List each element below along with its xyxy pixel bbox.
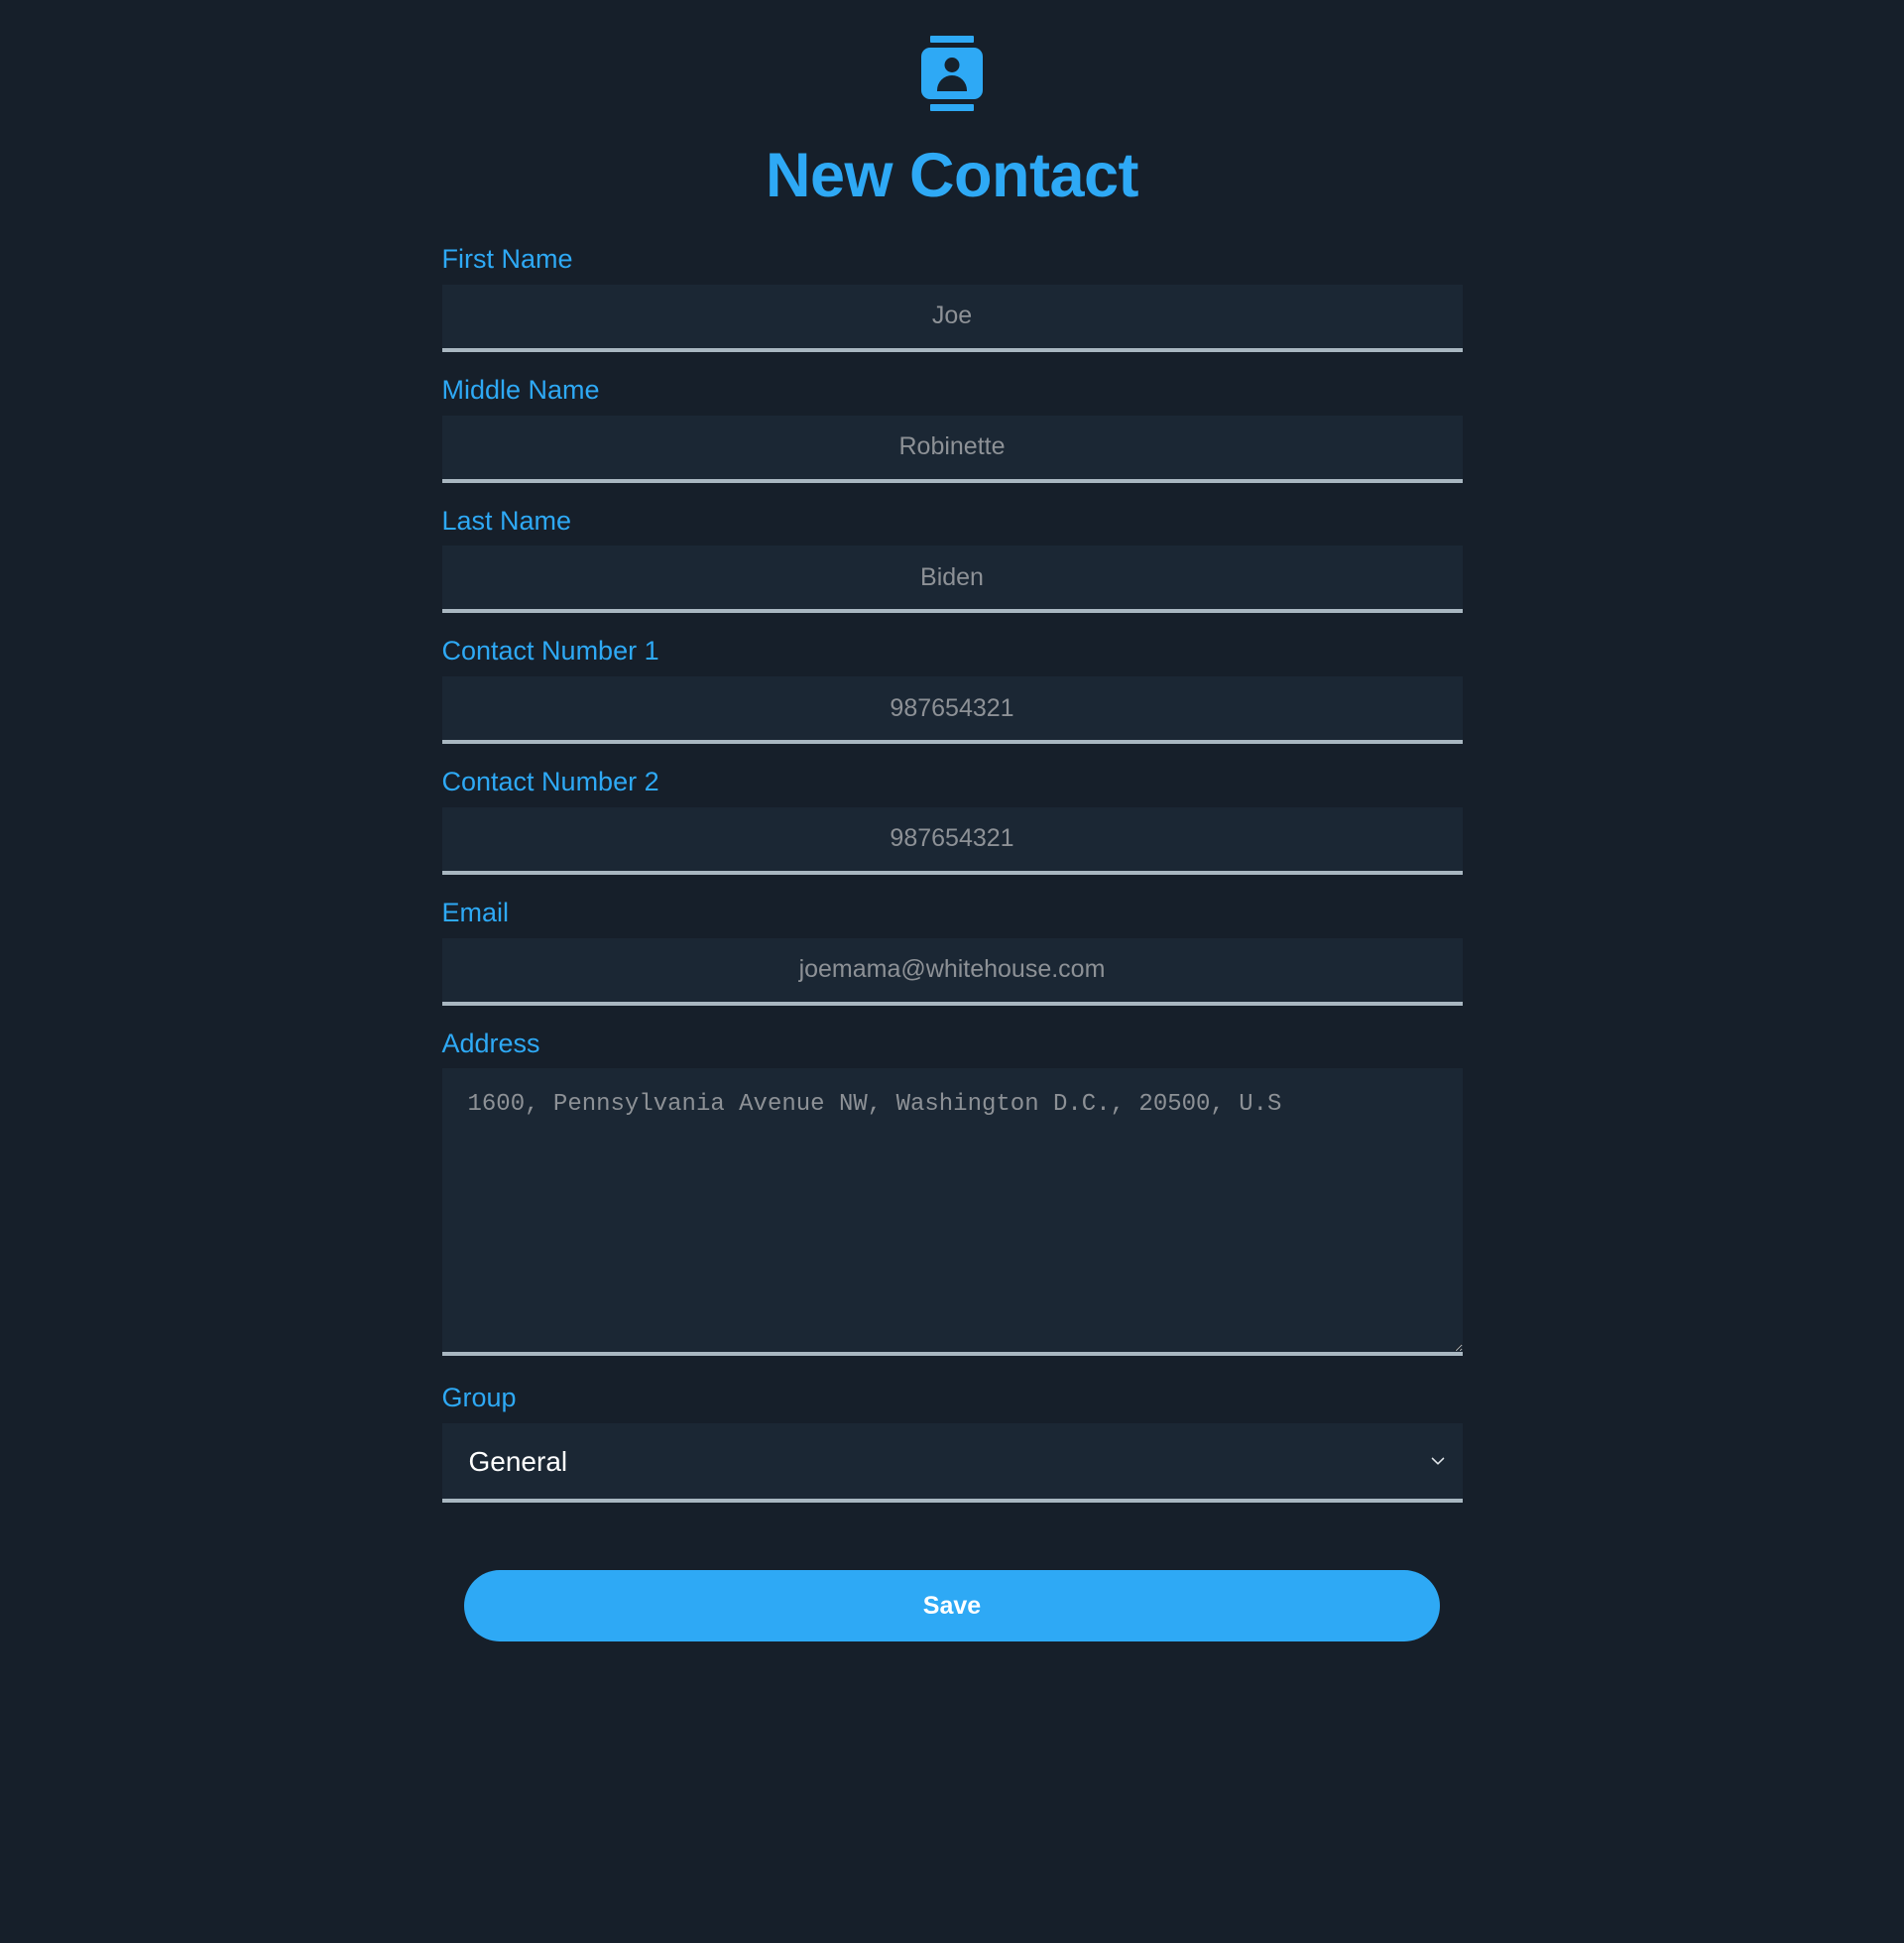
label-first-name: First Name xyxy=(441,244,573,274)
field-email: Email xyxy=(441,897,1463,1006)
contact-card-icon-top-bar xyxy=(930,36,974,43)
label-email: Email xyxy=(441,897,510,927)
last-name-input[interactable] xyxy=(441,546,1463,614)
contact-number-1-input[interactable] xyxy=(441,676,1463,744)
group-select-wrapper: General xyxy=(441,1423,1463,1503)
label-last-name: Last Name xyxy=(441,505,572,536)
new-contact-page: New Contact First Name Middle Name Last … xyxy=(0,0,1904,1943)
label-middle-name: Middle Name xyxy=(441,374,600,405)
field-last-name: Last Name xyxy=(441,505,1463,614)
contact-card-icon-body xyxy=(921,48,983,99)
field-first-name: First Name xyxy=(441,243,1463,352)
group-select[interactable]: General xyxy=(441,1423,1463,1503)
save-row: Save xyxy=(442,1570,1463,1681)
label-contact-number-2: Contact Number 2 xyxy=(441,767,659,796)
address-textarea[interactable] xyxy=(441,1068,1463,1357)
field-contact-number-1: Contact Number 1 xyxy=(441,635,1463,744)
first-name-input[interactable] xyxy=(441,284,1463,352)
label-group: Group xyxy=(441,1383,517,1413)
field-group: Group General xyxy=(441,1382,1463,1503)
contact-number-2-input[interactable] xyxy=(441,806,1463,875)
field-middle-name: Middle Name xyxy=(441,374,1463,483)
page-title: New Contact xyxy=(765,141,1139,210)
contact-card-icon-person-head xyxy=(944,58,960,72)
save-button[interactable]: Save xyxy=(464,1570,1440,1641)
label-address: Address xyxy=(441,1028,540,1058)
middle-name-input[interactable] xyxy=(441,415,1463,483)
contact-card-icon-bottom-bar xyxy=(930,104,974,111)
new-contact-form: First Name Middle Name Last Name Contact… xyxy=(441,243,1463,1524)
contact-card-icon xyxy=(921,34,983,113)
email-input[interactable] xyxy=(441,937,1463,1006)
label-contact-number-1: Contact Number 1 xyxy=(441,636,659,667)
field-address: Address xyxy=(441,1028,1463,1357)
field-contact-number-2: Contact Number 2 xyxy=(441,766,1463,875)
